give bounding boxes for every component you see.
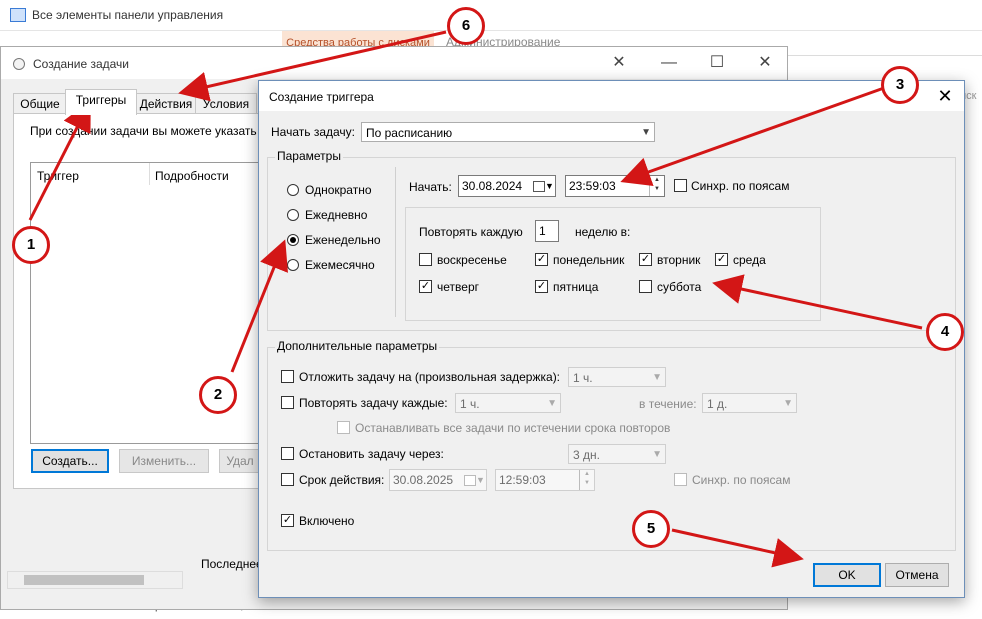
arrow-1 xyxy=(28,100,91,221)
annotation-badge-6: 6 xyxy=(447,7,485,45)
tab-triggers[interactable]: Триггеры xyxy=(65,89,137,115)
annotation-badge-1: 1 xyxy=(12,226,50,264)
annotation-badge-2: 2 xyxy=(199,376,237,414)
arrow-3 xyxy=(620,86,885,187)
arrow-2 xyxy=(230,239,288,373)
annotation-badge-5: 5 xyxy=(632,510,670,548)
annotation-badge-4: 4 xyxy=(926,313,964,351)
arrow-5 xyxy=(671,528,804,568)
annotation-arrows xyxy=(28,30,923,568)
arrow-4 xyxy=(712,274,923,330)
annotation-badge-3: 3 xyxy=(881,66,919,104)
arrow-6 xyxy=(178,30,447,102)
